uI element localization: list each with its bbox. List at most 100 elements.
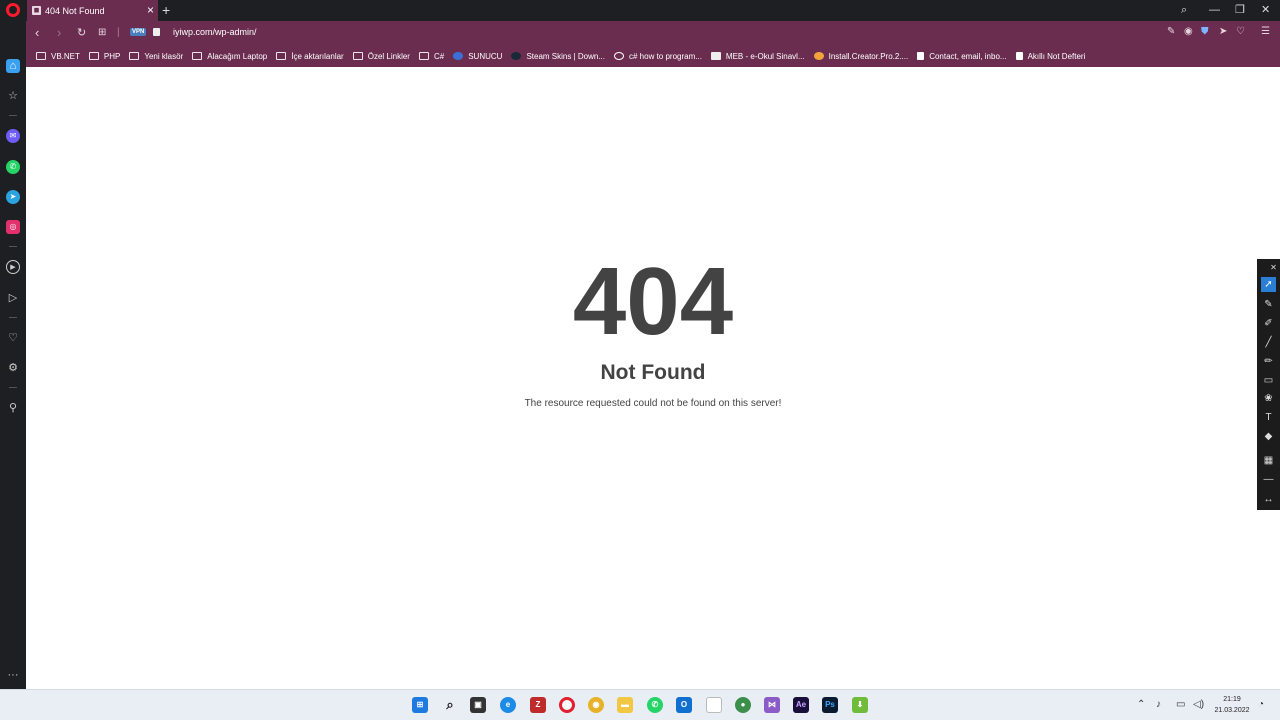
telegram-icon[interactable]: ➤ <box>6 190 20 204</box>
close-window-button[interactable]: ✕ <box>1261 2 1270 18</box>
send-icon[interactable]: ➤ <box>1219 26 1227 38</box>
bookmark-item[interactable]: Steam Skins | Down... <box>511 52 605 61</box>
address-bar: ‹ › ↻ ⊞ | VPN iyiwp.com/wp-admin/ ✎ ◉ ⛊ … <box>0 21 1280 45</box>
home-icon[interactable]: ⌂ <box>6 59 20 73</box>
folder-icon <box>192 52 203 60</box>
volume-icon[interactable]: ◁) <box>1193 698 1204 712</box>
pencil-icon[interactable]: ✎ <box>1261 297 1276 312</box>
page-favicon-icon: ◼ <box>32 6 41 15</box>
expand-icon[interactable]: ↔ <box>1261 492 1276 507</box>
speed-dial-icon[interactable]: ⊞ <box>98 25 106 41</box>
task-view-icon[interactable]: ▣ <box>470 697 486 713</box>
after-effects-icon[interactable]: Ae <box>793 697 809 713</box>
restore-button[interactable]: ❐ <box>1235 2 1245 18</box>
whatsapp-icon[interactable]: ✆ <box>6 160 20 174</box>
network-icon[interactable]: ▭ <box>1176 698 1185 712</box>
bookmark-item[interactable]: Akıllı Not Defteri <box>1015 52 1085 61</box>
app-icon[interactable]: ● <box>735 697 751 713</box>
chevron-up-icon[interactable]: ⌃ <box>1137 698 1145 712</box>
line-width-icon[interactable]: — <box>1261 472 1276 487</box>
bookmark-item[interactable]: Install.Creator.Pro.2.... <box>813 52 908 61</box>
flow-icon[interactable]: ▷ <box>6 291 20 305</box>
whatsapp-icon[interactable]: ✆ <box>647 697 663 713</box>
settings-gear-icon[interactable]: ⚙ <box>6 361 20 375</box>
shield-icon[interactable]: ⛊ <box>1201 26 1209 38</box>
page-icon <box>1015 52 1023 60</box>
folder-icon <box>88 52 99 60</box>
server-icon <box>453 52 464 60</box>
url-field[interactable]: iyiwp.com/wp-admin/ <box>173 27 257 37</box>
opera-icon[interactable] <box>559 697 575 713</box>
new-tab-button[interactable]: + <box>162 2 170 18</box>
transparency-icon[interactable]: ▦ <box>1261 453 1276 468</box>
opera-logo-icon[interactable] <box>6 3 20 17</box>
minimize-button[interactable]: — <box>1209 2 1220 18</box>
bookmark-item[interactable]: İçe aktarılanlar <box>276 52 344 61</box>
folder-icon <box>36 52 46 60</box>
lightbulb-icon[interactable]: ⚲ <box>6 401 20 415</box>
meb-icon <box>710 52 721 60</box>
outlook-icon[interactable]: O <box>676 697 692 713</box>
filezilla-icon[interactable]: Z <box>530 697 546 713</box>
folder-icon <box>129 52 140 60</box>
chrome-icon[interactable]: ◉ <box>588 697 604 713</box>
file-explorer-icon[interactable]: ▬ <box>617 697 633 713</box>
bookmark-item[interactable]: c# how to program... <box>614 52 702 61</box>
more-icon[interactable]: ··· <box>6 668 20 682</box>
browser-sidebar: ⌂ ☆ ✉ ✆ ➤ ◎ ▶ ▷ ♡ ⚙ ⚲ ··· <box>0 21 26 689</box>
pointer-icon[interactable]: ➚ <box>1261 277 1276 292</box>
camera-icon[interactable]: ◉ <box>1184 26 1193 38</box>
brush-icon[interactable]: ✏ <box>1261 354 1276 369</box>
tab-close-icon[interactable]: × <box>147 3 154 17</box>
tab-title: 404 Not Found <box>45 5 105 16</box>
clock[interactable]: 21:19 21.03.2022 <box>1208 694 1256 716</box>
vpn-badge[interactable]: VPN <box>130 28 147 36</box>
installer-icon[interactable]: ⬇ <box>852 697 868 713</box>
page-content: 404 Not Found The resource requested cou… <box>26 67 1280 689</box>
instagram-icon[interactable]: ◎ <box>6 220 20 234</box>
line-icon[interactable]: ╱ <box>1261 335 1276 350</box>
search-icon[interactable]: ⌕ <box>442 697 458 713</box>
bookmark-item[interactable]: MEB - e-Okul Sinavl... <box>710 52 805 61</box>
bookmark-item[interactable]: C# <box>418 52 444 61</box>
bookmark-item[interactable]: Yeni klasör <box>129 52 183 61</box>
messenger-icon[interactable]: ✉ <box>6 129 20 143</box>
lock-icon[interactable] <box>153 28 160 36</box>
photoshop-icon[interactable]: Ps <box>822 697 838 713</box>
bookmark-item[interactable]: PHP <box>88 52 120 61</box>
reload-icon[interactable]: ↻ <box>77 25 86 41</box>
bookmark-item[interactable]: Alacağım Laptop <box>192 52 267 61</box>
edit-icon[interactable]: ✎ <box>1167 26 1175 38</box>
shapes-icon[interactable]: ❀ <box>1261 391 1276 406</box>
notepad-icon[interactable] <box>706 697 722 713</box>
edge-icon[interactable]: e <box>500 697 516 713</box>
tab-active[interactable]: ◼ 404 Not Found × <box>27 0 158 21</box>
player-icon[interactable]: ▶ <box>6 260 20 274</box>
rectangle-icon[interactable]: ▭ <box>1261 373 1276 388</box>
eraser-icon[interactable]: ◆ <box>1261 429 1276 444</box>
site-icon <box>813 52 824 60</box>
folder-icon <box>276 52 287 60</box>
bookmark-item[interactable]: Contact, email, inbo... <box>917 52 1007 61</box>
sidebar-separator <box>9 246 17 247</box>
tab-strip: ◼ 404 Not Found × + ⌕ — ❐ ✕ <box>0 0 1280 21</box>
heart-icon[interactable]: ♡ <box>1236 26 1245 38</box>
search-tabs-icon[interactable]: ⌕ <box>1181 2 1187 18</box>
text-tool-icon[interactable]: T <box>1261 410 1276 425</box>
microphone-icon[interactable]: ♪ <box>1156 698 1161 712</box>
close-icon[interactable]: ✕ <box>1266 260 1280 275</box>
visual-studio-icon[interactable]: ⋈ <box>764 697 780 713</box>
folder-icon <box>352 52 363 60</box>
bookmark-item[interactable]: SUNUCU <box>453 52 502 61</box>
star-icon[interactable]: ☆ <box>6 89 20 103</box>
bookmark-item[interactable]: Özel Linkler <box>352 52 410 61</box>
menu-icon[interactable]: ☰ <box>1261 26 1270 38</box>
forward-button[interactable]: › <box>57 25 61 41</box>
heart-icon[interactable]: ♡ <box>6 331 20 345</box>
marker-icon[interactable]: ✐ <box>1261 316 1276 331</box>
notifications-icon[interactable]: ◔ <box>1258 698 1264 712</box>
bookmark-item[interactable]: VB.NET <box>36 52 80 61</box>
back-button[interactable]: ‹ <box>35 25 39 41</box>
steam-icon <box>511 52 522 60</box>
start-icon[interactable]: ⊞ <box>412 697 428 713</box>
